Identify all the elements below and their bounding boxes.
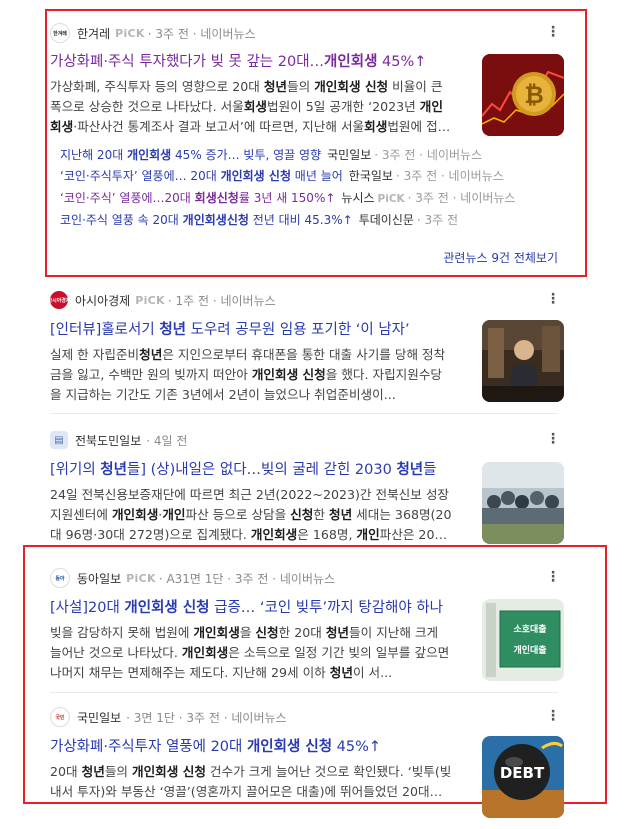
news-source: 아시아경제 아시아경제 PiCK · 1주 전 · 네이버뉴스: [48, 290, 564, 310]
news-source: 한겨레 한겨레 PiCK · 3주 전 · 네이버뉴스: [50, 23, 564, 43]
see-all-related-link[interactable]: 관련뉴스 9건 전체보기: [443, 249, 558, 266]
pick-badge: PiCK: [377, 193, 405, 205]
press-logo-icon[interactable]: 동아: [50, 568, 70, 588]
article-thumbnail[interactable]: [482, 320, 564, 402]
article-title[interactable]: 가상화폐·주식 투자했다가 빚 못 갚는 20대…개인회생 45%↑: [50, 52, 460, 72]
article-thumbnail[interactable]: [482, 462, 564, 544]
article-title[interactable]: 가상화폐·주식투자 열풍에 20대 개인회생 신청 45%↑: [50, 737, 460, 757]
news-card-kukmin: 국민 국민일보 · 3면 1단 · 3주 전 · 네이버뉴스 ⋮ 가상화폐·주식…: [50, 707, 564, 818]
news-source: ▤ 전북도민일보 · 4일 전: [50, 430, 564, 450]
article-meta: · A31면 1단 · 3주 전 · 네이버뉴스: [158, 571, 336, 586]
article-meta: · 3면 1단 · 3주 전 · 네이버뉴스: [126, 710, 287, 725]
press-name[interactable]: 전북도민일보: [75, 432, 141, 449]
article-meta: · 1주 전 · 네이버뉴스: [167, 293, 276, 308]
news-card-asiae: 아시아경제 아시아경제 PiCK · 1주 전 · 네이버뉴스 ⋮ [인터뷰]홀…: [48, 290, 564, 410]
press-logo-icon[interactable]: 국민: [50, 707, 70, 727]
article-title[interactable]: [사설]20대 개인회생 신청 급증… ‘코인 빚투’까지 탕감해야 하나: [50, 598, 460, 618]
newspaper-icon[interactable]: ▤: [50, 431, 68, 449]
card-divider: [50, 692, 558, 693]
related-news-meta: · 3주 전 · 네이버뉴스: [374, 148, 483, 162]
related-news-press[interactable]: 뉴시스: [341, 191, 374, 205]
article-summary[interactable]: 빚을 감당하지 못해 법원에 개인회생을 신청한 20대 청년들이 지난해 크게…: [50, 623, 453, 683]
article-meta: · 4일 전: [146, 433, 188, 448]
more-options-icon[interactable]: ⋮: [546, 570, 560, 584]
article-title[interactable]: [인터뷰]홀로서기 청년 도우려 공무원 임용 포기한 ‘이 남자’: [50, 320, 460, 340]
article-meta: · 3주 전 · 네이버뉴스: [147, 26, 256, 41]
related-news-item: ‘코인·주식투자’ 열풍에… 20대 개인회생 신청 매년 늘어 한국일보 · 3주…: [60, 165, 504, 187]
related-news-title[interactable]: ‘코인·주식’ 열풍에…20대 회생신청률 3년 새 150%↑: [60, 191, 335, 205]
article-thumbnail[interactable]: ₿: [482, 54, 564, 136]
related-news-meta: · 3주 전 · 네이버뉴스: [395, 169, 504, 183]
related-news-title[interactable]: 코인·주식 열풍 속 20대 개인회생신청 전년 대비 45.3%↑: [60, 213, 353, 227]
press-name[interactable]: 한겨레: [77, 25, 110, 42]
card-divider: [50, 413, 558, 414]
article-title[interactable]: [위기의 청년들] (상)내일은 없다…빚의 굴레 갇힌 2030 청년들: [50, 460, 460, 480]
related-news-item: 지난해 20대 개인회생 45% 증가… 빚투, 영끌 영향 국민일보 · 3주 전…: [60, 144, 482, 166]
thumbnail-sign-text: 소호대출: [513, 623, 546, 635]
press-logo-icon[interactable]: 아시아경제: [48, 291, 71, 309]
more-options-icon[interactable]: ⋮: [546, 25, 560, 39]
press-name[interactable]: 국민일보: [77, 709, 121, 726]
press-logo-icon[interactable]: 한겨레: [50, 23, 70, 43]
press-name[interactable]: 아시아경제: [75, 292, 130, 309]
news-source: 동아 동아일보 PiCK · A31면 1단 · 3주 전 · 네이버뉴스: [50, 568, 564, 588]
news-card-donga: 동아 동아일보 PiCK · A31면 1단 · 3주 전 · 네이버뉴스 ⋮ …: [50, 568, 564, 684]
article-summary[interactable]: 24일 전북신용보증재단에 따르면 최근 2년(2022~2023)간 전북신보…: [50, 485, 453, 545]
news-card-jeonbuk: ▤ 전북도민일보 · 4일 전 ⋮ [위기의 청년들] (상)내일은 없다…빚의…: [50, 430, 564, 545]
thumbnail-bomb-text: DEBT: [500, 764, 545, 782]
more-options-icon[interactable]: ⋮: [546, 292, 560, 306]
pick-badge: PiCK: [115, 26, 145, 40]
svg-text:₿: ₿: [524, 81, 544, 109]
pick-badge: PiCK: [135, 293, 165, 307]
article-thumbnail[interactable]: 소호대출 개인대출: [482, 599, 564, 681]
article-thumbnail[interactable]: DEBT: [482, 736, 564, 818]
related-news-item: 코인·주식 열풍 속 20대 개인회생신청 전년 대비 45.3%↑ 투데이신문 ·…: [60, 209, 458, 231]
related-news-press[interactable]: 투데이신문: [359, 213, 414, 227]
related-news-title[interactable]: ‘코인·주식투자’ 열풍에… 20대 개인회생 신청 매년 늘어: [60, 169, 343, 183]
news-source: 국민 국민일보 · 3면 1단 · 3주 전 · 네이버뉴스: [50, 707, 564, 727]
more-options-icon[interactable]: ⋮: [546, 432, 560, 446]
related-news-title[interactable]: 지난해 20대 개인회생 45% 증가… 빚투, 영끌 영향: [60, 148, 321, 162]
press-name[interactable]: 동아일보: [77, 570, 121, 587]
related-news-press[interactable]: 국민일보: [327, 148, 371, 162]
news-card-hankyoreh: 한겨레 한겨레 PiCK · 3주 전 · 네이버뉴스 ⋮ 가상화폐·주식 투자…: [50, 23, 564, 273]
pick-badge: PiCK: [126, 571, 156, 585]
thumbnail-sign-text: 개인대출: [513, 644, 546, 656]
more-options-icon[interactable]: ⋮: [546, 709, 560, 723]
article-summary[interactable]: 실제 한 자립준비청년은 지인으로부터 휴대폰을 통한 대출 사기를 당해 정착…: [50, 345, 453, 405]
article-summary[interactable]: 20대 청년들의 개인회생 신청 건수가 크게 늘어난 것으로 확인됐다. ‘빚…: [50, 762, 453, 802]
related-news-meta: · 3주 전 · 네이버뉴스: [407, 191, 516, 205]
article-summary[interactable]: 가상화폐, 주식투자 등의 영향으로 20대 청년들의 개인회생 신청 비율이 …: [50, 77, 453, 137]
related-news-press[interactable]: 한국일보: [349, 169, 393, 183]
related-news-item: ‘코인·주식’ 열풍에…20대 회생신청률 3년 새 150%↑ 뉴시스 PiCK ·…: [60, 187, 515, 210]
related-news-meta: · 3주 전: [416, 213, 459, 227]
